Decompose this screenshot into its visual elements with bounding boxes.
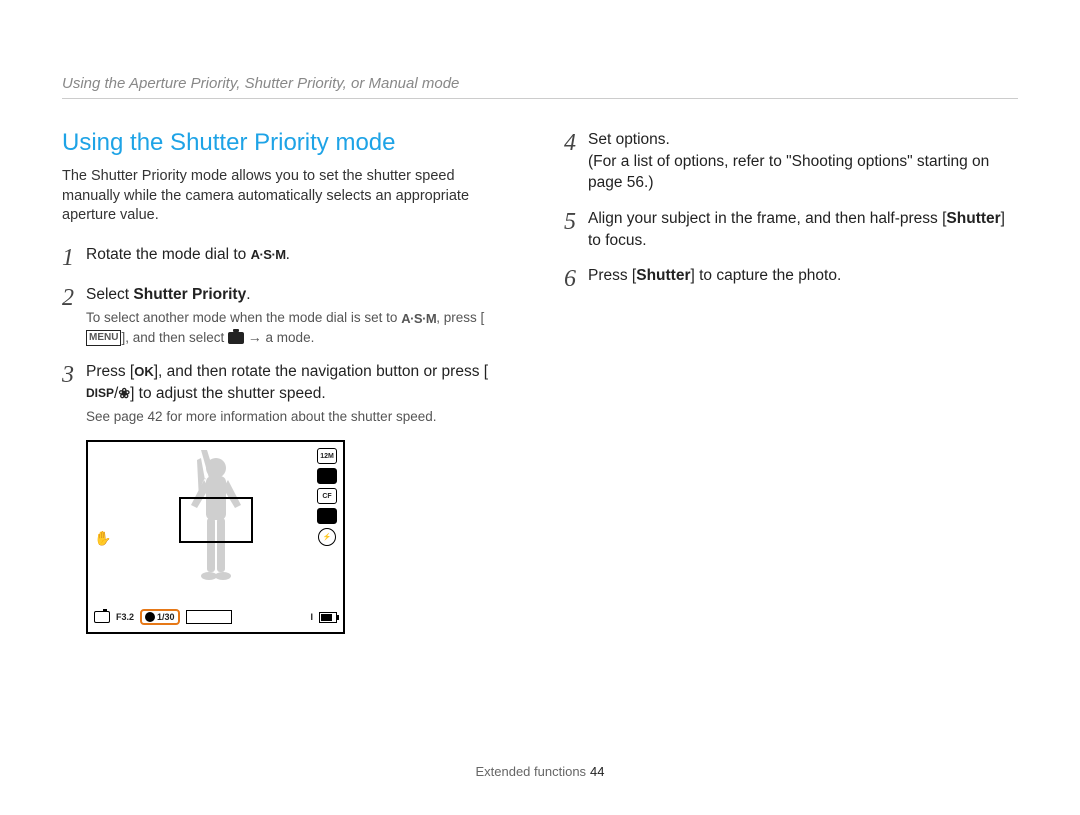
step-text: Select [86,286,133,303]
mode-glyph-icon [228,332,244,344]
step-bold: Shutter [636,267,690,284]
step-number: 3 [62,361,86,387]
menu-icon: MENU [86,330,121,346]
battery-icon [319,612,337,623]
metering-icon [317,508,337,524]
step-text: Press [ [86,363,134,380]
right-status-icons: 12M CF ⚡ [317,448,337,546]
page-number: 44 [590,764,604,779]
macro-flower-icon: ❀ [118,384,130,404]
flash-icon: ⚡ [318,528,336,546]
stabilization-icon: ✋ [94,530,111,547]
step-4: 4 Set options. (For a list of options, r… [564,129,1018,194]
substep-text: To select another mode when the mode dia… [86,310,401,325]
quality-icon [317,468,337,484]
shots-remaining: I [310,612,313,622]
step-number: 4 [564,129,588,155]
footer-section: Extended functions [475,764,586,779]
step-number: 6 [564,265,588,291]
step-text: Press [ [588,267,636,284]
step-number: 5 [564,208,588,234]
step-bold: Shutter [946,210,1000,227]
step-number: 1 [62,244,86,270]
step-5: 5 Align your subject in the frame, and t… [564,208,1018,251]
section-heading: Using the Shutter Priority mode [62,129,516,157]
step-bold: Shutter Priority [133,286,246,303]
left-column: Using the Shutter Priority mode The Shut… [62,129,516,634]
ok-icon: OK [134,363,154,381]
substep-text: See page 42 for more information about t… [86,408,516,426]
arrow-icon: → [248,329,262,345]
card-icon: CF [317,488,337,504]
camera-bottom-bar: F3.2 1/30 I [94,608,337,626]
shutter-speed-value: 1/30 [157,612,175,622]
disp-icon: DISP [86,385,114,402]
breadcrumb: Using the Aperture Priority, Shutter Pri… [62,75,1018,99]
step-3: 3 Press [OK], and then rotate the naviga… [62,361,516,427]
step-text: Rotate the mode dial to [86,246,251,263]
timer-dot-icon [145,612,155,622]
asm-icon: A·S·M [251,246,286,264]
step-1: 1 Rotate the mode dial to A·S·M. [62,244,516,270]
page-footer: Extended functions 44 [0,764,1080,779]
shutter-speed-highlight: 1/30 [140,609,180,625]
camera-preview-illustration: ✋ 12M CF ⚡ F3.2 1/30 [86,440,345,634]
exposure-scale-icon [186,610,232,624]
step-text: Set options. [588,129,1018,151]
focus-frame-icon [179,497,253,543]
intro-paragraph: The Shutter Priority mode allows you to … [62,167,516,226]
step-2: 2 Select Shutter Priority. To select ano… [62,284,516,347]
asm-icon: A·S·M [401,310,436,328]
step-text: Align your subject in the frame, and the… [588,210,946,227]
step-6: 6 Press [Shutter] to capture the photo. [564,265,1018,291]
step-number: 2 [62,284,86,310]
step-text-paren: (For a list of options, refer to "Shooti… [588,151,1018,194]
camera-mode-icon [94,611,110,623]
right-column: 4 Set options. (For a list of options, r… [564,129,1018,634]
resolution-icon: 12M [317,448,337,464]
aperture-value: F3.2 [116,612,134,622]
